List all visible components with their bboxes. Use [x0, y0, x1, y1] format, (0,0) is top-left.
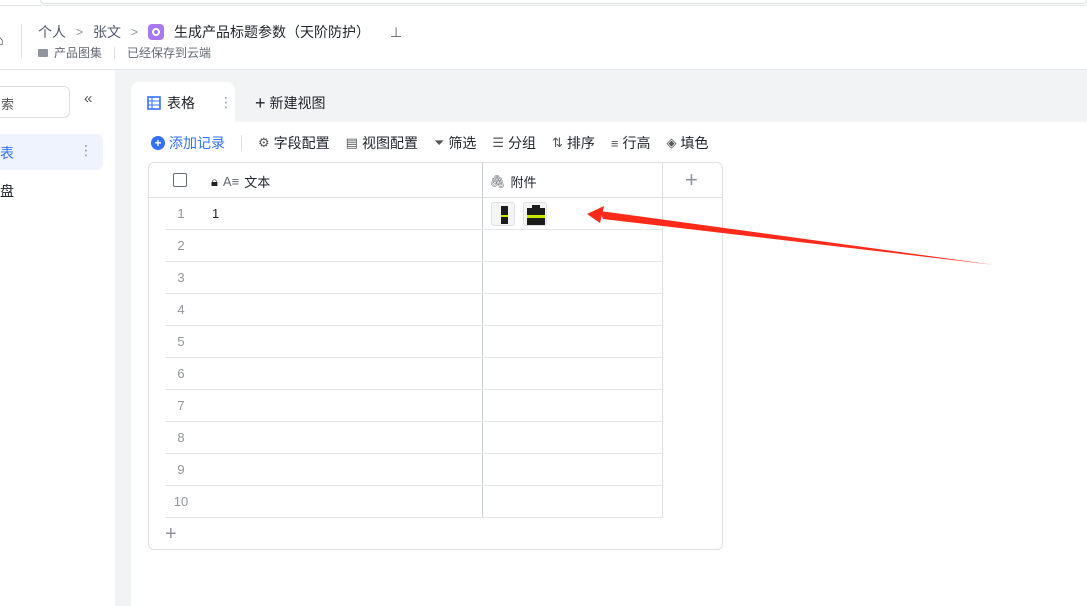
attachment-thumbnail[interactable] [491, 202, 515, 226]
tab-label: 表格 [167, 94, 195, 111]
sidebar-item-table[interactable]: 表 ⋮ [0, 134, 103, 170]
group-button[interactable]: ☰ 分组 [492, 133, 536, 153]
paint-bucket-icon: ◈ [666, 135, 677, 150]
row-number: 7 [177, 398, 185, 413]
breadcrumb-item[interactable]: 张文 [93, 22, 121, 42]
more-icon[interactable]: ⋮ [219, 94, 233, 111]
tab-table[interactable]: 表格 ⋮ [131, 82, 235, 123]
more-icon[interactable]: ⋮ [79, 142, 93, 159]
table-row[interactable]: 5 [165, 326, 663, 358]
sort-icon: ⇅ [552, 135, 563, 150]
row-number: 5 [177, 334, 185, 349]
paperclip-icon: 🖇︎ [489, 173, 506, 189]
add-record-button[interactable]: + 添加记录 [151, 133, 225, 153]
app-icon [148, 24, 165, 40]
new-view-label: 新建视图 [269, 95, 326, 111]
sidebar-item-label: 盘 [0, 183, 14, 199]
folder-icon [38, 48, 48, 57]
label: 填色 [680, 135, 709, 151]
table-row[interactable]: 3 [165, 262, 663, 294]
plus-icon: + [255, 93, 266, 113]
column-label: 文本 [244, 175, 271, 190]
toolbar: + 添加记录 ⚙ 字段配置 ▤ 视图配置 ⏷ 筛选 ☰ 分组 ⇅ 排序 ≡ 行高 ◈ 填色 [151, 133, 725, 153]
filter-icon: ⏷ [433, 135, 445, 150]
group-icon: ☰ [492, 135, 505, 150]
table-row[interactable]: 2 [165, 230, 663, 262]
add-column-button[interactable]: + [685, 167, 698, 193]
label: 分组 [508, 135, 537, 151]
column-header-attachment[interactable]: 🖇︎ 附件 [489, 172, 537, 191]
table-row[interactable]: 4 [165, 294, 663, 326]
page-title[interactable]: 生成产品标题参数（天阶防护） [174, 22, 370, 42]
label: 字段配置 [273, 135, 330, 151]
sort-button[interactable]: ⇅ 排序 [552, 133, 595, 153]
add-record-label: 添加记录 [169, 135, 225, 151]
table-row[interactable]: 8 [165, 422, 663, 454]
column-header-text[interactable]: 🔒︎ A≡ 文本 [211, 172, 270, 191]
row-height-button[interactable]: ≡ 行高 [611, 133, 651, 153]
row-number: 9 [177, 462, 185, 477]
row-number: 4 [177, 302, 185, 317]
breadcrumb: 个人 > 张文 > 生成产品标题参数（天阶防护） ⊥ [38, 22, 402, 42]
table-row[interactable]: 10 [165, 486, 663, 518]
table-row[interactable]: 7 [165, 390, 663, 422]
label: 视图配置 [361, 135, 418, 151]
collapse-sidebar-icon[interactable]: « [84, 90, 92, 107]
table-icon [147, 95, 161, 110]
row-height-icon: ≡ [610, 135, 619, 151]
table-row[interactable]: 6 [165, 358, 663, 390]
sidebar-item-dashboard[interactable]: 盘 [0, 172, 103, 208]
field-config-button[interactable]: ⚙ 字段配置 [258, 133, 330, 153]
view-config-icon: ▤ [345, 135, 358, 150]
row-number: 2 [177, 238, 185, 253]
filter-button[interactable]: ⏷ 筛选 [434, 133, 476, 153]
table-row[interactable]: 9 [165, 454, 663, 486]
row-number: 1 [177, 206, 185, 221]
row-number: 6 [177, 366, 185, 381]
breadcrumb-item[interactable]: 个人 [38, 22, 66, 42]
save-status: 已经保存到云端 [127, 46, 212, 60]
new-view-button[interactable]: + 新建视图 [255, 93, 326, 113]
search-input[interactable]: 索 [0, 86, 70, 118]
label: 筛选 [448, 135, 477, 151]
select-all-checkbox[interactable] [173, 173, 187, 187]
pin-icon[interactable]: ⊥ [390, 24, 402, 41]
table-header: 🔒︎ A≡ 文本 🖇︎ 附件 + [149, 163, 722, 198]
sidebar-item-label: 表 [0, 145, 14, 161]
sidebar: 索 « 表 ⋮ 盘 [0, 70, 115, 606]
row-number: 3 [177, 270, 185, 285]
home-icon[interactable]: ⌂ [0, 32, 4, 50]
row-number: 8 [177, 430, 185, 445]
label: 行高 [622, 135, 651, 151]
plus-circle-icon: + [151, 136, 165, 150]
label: 排序 [566, 135, 595, 151]
text-field-icon: A≡ [222, 174, 240, 189]
attachment-thumbnail[interactable] [523, 202, 547, 226]
header: ⌂ 个人 > 张文 > 生成产品标题参数（天阶防护） ⊥ 产品图集 已经保存到云… [0, 6, 1087, 70]
gear-icon: ⚙ [258, 135, 270, 150]
table-row[interactable]: 11 [165, 198, 663, 230]
chevron-right-icon: > [131, 25, 139, 39]
data-table: 🔒︎ A≡ 文本 🖇︎ 附件 + 1 1 2 3 4 5 6 7 8 9 10 + [148, 162, 723, 550]
text-cell[interactable]: 1 [212, 206, 219, 221]
column-label: 附件 [510, 175, 537, 190]
chevron-right-icon: > [76, 25, 84, 39]
add-row-button[interactable]: + [165, 523, 177, 546]
view-config-button[interactable]: ▤ 视图配置 [346, 133, 418, 153]
fill-color-button[interactable]: ◈ 填色 [667, 133, 709, 153]
row-number: 10 [173, 494, 189, 509]
lock-icon: 🔒︎ [211, 173, 218, 189]
folder-name[interactable]: 产品图集 [54, 44, 102, 61]
